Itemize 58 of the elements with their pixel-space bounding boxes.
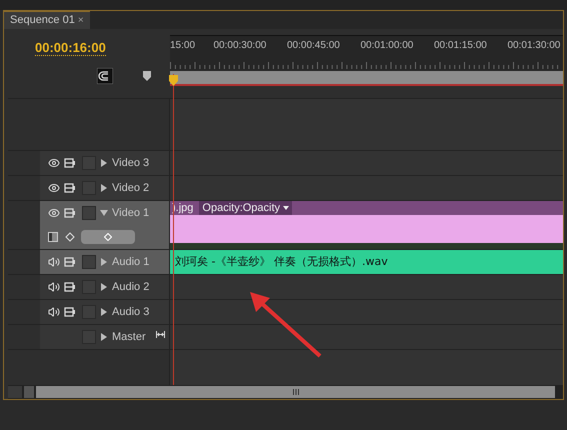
sequence-tab[interactable]: Sequence 01 ×: [4, 11, 90, 29]
track-header[interactable]: Audio 1: [40, 250, 169, 274]
film-icon[interactable]: [64, 158, 75, 168]
track-header[interactable]: Video 1: [40, 201, 169, 249]
track-name: Audio 3: [112, 304, 150, 320]
disclosure-triangle-icon[interactable]: [100, 159, 108, 167]
keyframe-diamond-icon[interactable]: [65, 232, 75, 242]
time-ruler[interactable]: 15:00 00:00:30:00 00:00:45:00 00:01:00:00 00:01:15:00 00:01:30:00: [170, 35, 563, 71]
timecode-display[interactable]: 00:00:16:00: [35, 40, 106, 56]
effect-dropdown[interactable]: Opacity:Opacity: [199, 201, 292, 215]
ruler-label: 00:01:00:00: [360, 39, 414, 53]
sync-lock-toggle[interactable]: [82, 206, 96, 220]
close-icon[interactable]: ×: [78, 13, 84, 28]
track-name: Video 1: [112, 206, 150, 221]
caret-icon: [283, 206, 290, 210]
ruler-label: 15:00: [170, 39, 196, 53]
speaker-icon[interactable]: [48, 306, 60, 318]
speaker-icon[interactable]: [48, 256, 60, 268]
track-name: Master: [112, 330, 146, 345]
disclosure-triangle-icon[interactable]: [100, 333, 108, 341]
marker-icon[interactable]: [143, 71, 151, 81]
film-icon[interactable]: [64, 183, 75, 193]
track-header[interactable]: Video 3: [40, 151, 169, 175]
disclosure-triangle-icon[interactable]: [100, 308, 108, 316]
track-name: Audio 1: [112, 254, 150, 270]
track-header[interactable]: Audio 2: [40, 275, 169, 299]
ruler-label: 00:00:30:00: [214, 39, 266, 53]
playhead-icon[interactable]: [169, 75, 178, 86]
track-name: Audio 2: [112, 280, 150, 295]
film-icon[interactable]: [64, 282, 75, 292]
film-icon[interactable]: [64, 307, 75, 317]
audio-clip[interactable]: 刘珂矣 -《半壶纱》 伴奏（无损格式）.wav: [170, 250, 563, 274]
track-name: Video 3: [112, 156, 150, 171]
disclosure-triangle-icon[interactable]: [100, 283, 108, 291]
eye-icon[interactable]: [48, 157, 60, 169]
keyframe-navigator[interactable]: [81, 230, 135, 244]
track-header[interactable]: Master: [40, 325, 169, 349]
disclosure-triangle-icon[interactable]: [100, 184, 108, 192]
film-icon[interactable]: [64, 208, 75, 218]
snap-icon[interactable]: [97, 68, 113, 84]
scrollbar-thumb[interactable]: [36, 386, 555, 398]
display-style-icon[interactable]: [48, 232, 59, 242]
add-keyframe-icon[interactable]: [104, 233, 112, 241]
track-header[interactable]: Audio 3: [40, 300, 169, 324]
speaker-icon[interactable]: [48, 281, 60, 293]
eye-icon[interactable]: [48, 182, 60, 194]
disclosure-triangle-icon[interactable]: [100, 258, 108, 266]
ruler-label: 00:01:30:00: [508, 39, 560, 53]
clip-name: 刘珂矣 -《半壶纱》 伴奏（无损格式）.wav: [175, 254, 388, 270]
eye-icon[interactable]: [48, 207, 60, 219]
track-name: Video 2: [112, 180, 150, 196]
ruler-label: 00:00:45:00: [287, 39, 340, 53]
track-header[interactable]: Video 2: [40, 176, 169, 200]
disclosure-triangle-icon[interactable]: [100, 209, 108, 217]
film-icon[interactable]: [64, 257, 75, 267]
ruler-label: 00:01:15:00: [434, 39, 487, 53]
sync-lock-toggle[interactable]: [82, 255, 96, 269]
collapse-icon[interactable]: [156, 330, 165, 338]
